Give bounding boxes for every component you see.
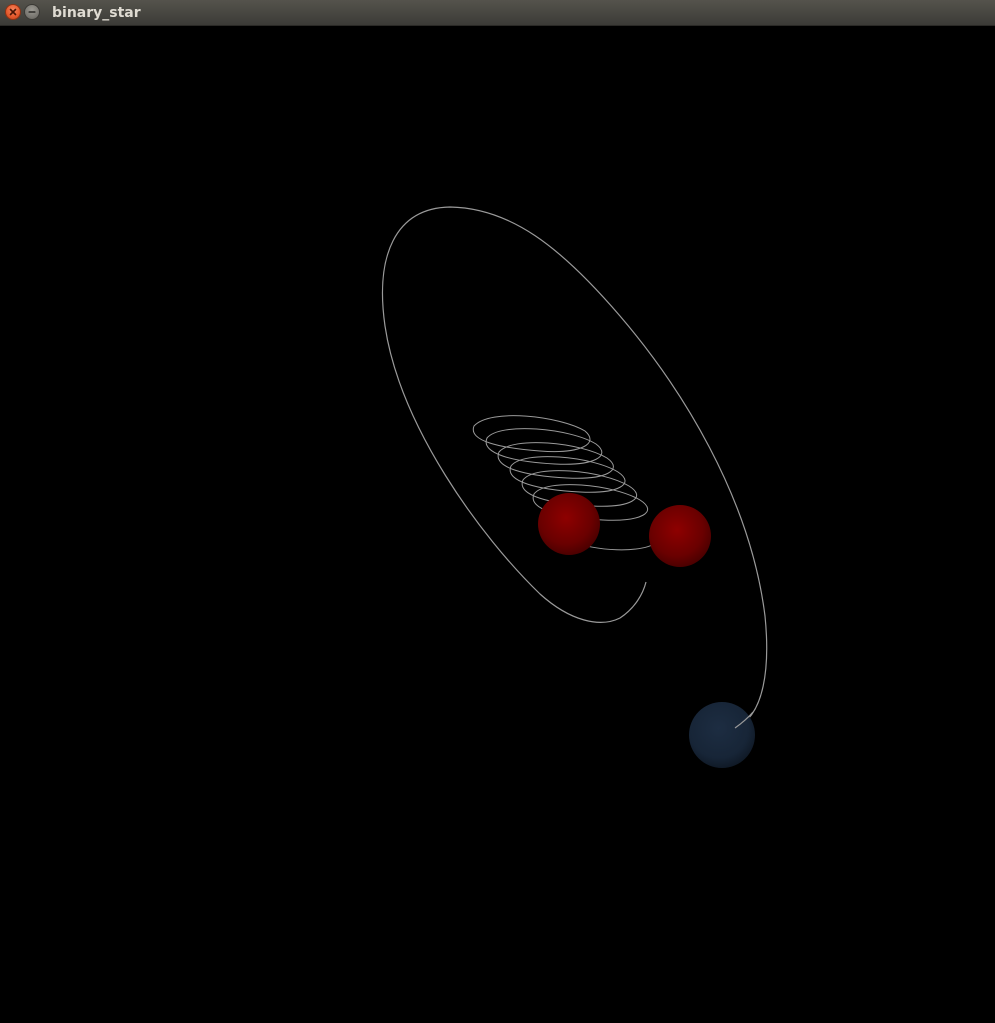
window-title: binary_star	[52, 5, 141, 21]
minimize-button[interactable]	[24, 4, 40, 20]
close-button[interactable]	[5, 4, 21, 20]
binary-star-a[interactable]	[538, 493, 600, 555]
minimize-icon	[28, 11, 36, 13]
app-window: binary_star	[0, 0, 995, 1023]
render-viewport[interactable]	[0, 26, 995, 1023]
third-body-trail	[381, 206, 768, 729]
title-bar[interactable]: binary_star	[0, 0, 995, 26]
third-body[interactable]	[689, 702, 755, 768]
close-icon	[9, 8, 17, 16]
binary-star-b[interactable]	[649, 505, 711, 567]
scene-canvas	[381, 206, 768, 768]
